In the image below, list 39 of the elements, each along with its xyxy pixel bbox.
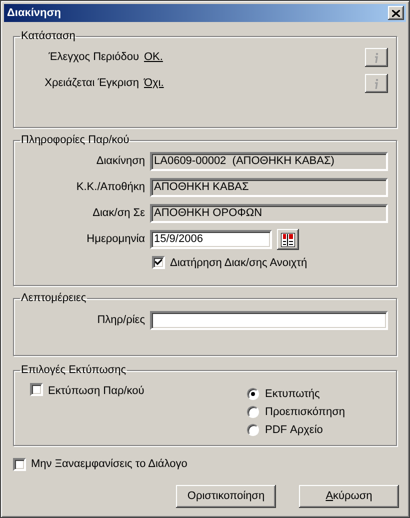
info-icon <box>374 78 379 88</box>
radio-button[interactable] <box>247 424 259 436</box>
checkbox-label: Μην Ξαναεμφανίσεις το Διάλογο <box>31 457 188 472</box>
dialog-button[interactable]: Ακύρωση <box>299 484 399 508</box>
checkbox[interactable] <box>152 256 165 270</box>
close-button[interactable] <box>388 6 404 20</box>
status-link[interactable]: OK. <box>144 49 163 66</box>
close-icon <box>392 10 400 16</box>
info-button[interactable] <box>365 74 388 93</box>
field-label: Κ.Κ./Αποθήκη <box>75 180 145 196</box>
group-title: Επιλογές Εκτύπωσης <box>20 363 128 378</box>
field-label: Πληρ/ρίες <box>96 312 145 328</box>
status-link[interactable]: Όχι. <box>144 75 164 92</box>
group-title: Πληροφορίες Παρ/κού <box>20 133 130 148</box>
text-field[interactable] <box>150 310 388 330</box>
info-button[interactable] <box>365 48 388 67</box>
radio-label: Προεπισκόπηση <box>265 404 345 420</box>
group-title: Κατάσταση <box>20 29 76 44</box>
checkbox-label: Διατήρηση Διακ/σης Ανοιχτή <box>170 256 308 270</box>
checkbox[interactable] <box>30 382 43 396</box>
radio-button[interactable] <box>247 406 259 418</box>
field-label: Διακίνηση <box>95 154 145 170</box>
radio-label: Εκτυπωτής <box>265 386 320 402</box>
checkbox-label: Εκτύπωση Παρ/κού <box>48 384 144 398</box>
group-title: Λεπτομέρειες <box>20 291 88 306</box>
info-icon <box>374 52 379 62</box>
radio-button[interactable] <box>247 388 259 400</box>
status-label: Έλεγχος Περιόδου <box>48 50 139 66</box>
field-label: Ημερομηνία <box>86 232 145 248</box>
check-icon <box>155 259 162 266</box>
radio-label: PDF Αρχείο <box>265 422 323 438</box>
field-label: Διακ/ση Σε <box>92 206 145 222</box>
date-field[interactable]: 15/9/2006 <box>150 230 272 249</box>
status-label: Χρειάζεται Έγκριση <box>44 76 139 92</box>
calendar-button[interactable] <box>277 229 299 250</box>
dialog-button[interactable]: Οριστικοποίηση <box>176 484 276 508</box>
checkbox[interactable] <box>13 458 26 471</box>
window-title: Διακίνηση <box>7 6 61 21</box>
calendar-icon <box>281 232 295 246</box>
